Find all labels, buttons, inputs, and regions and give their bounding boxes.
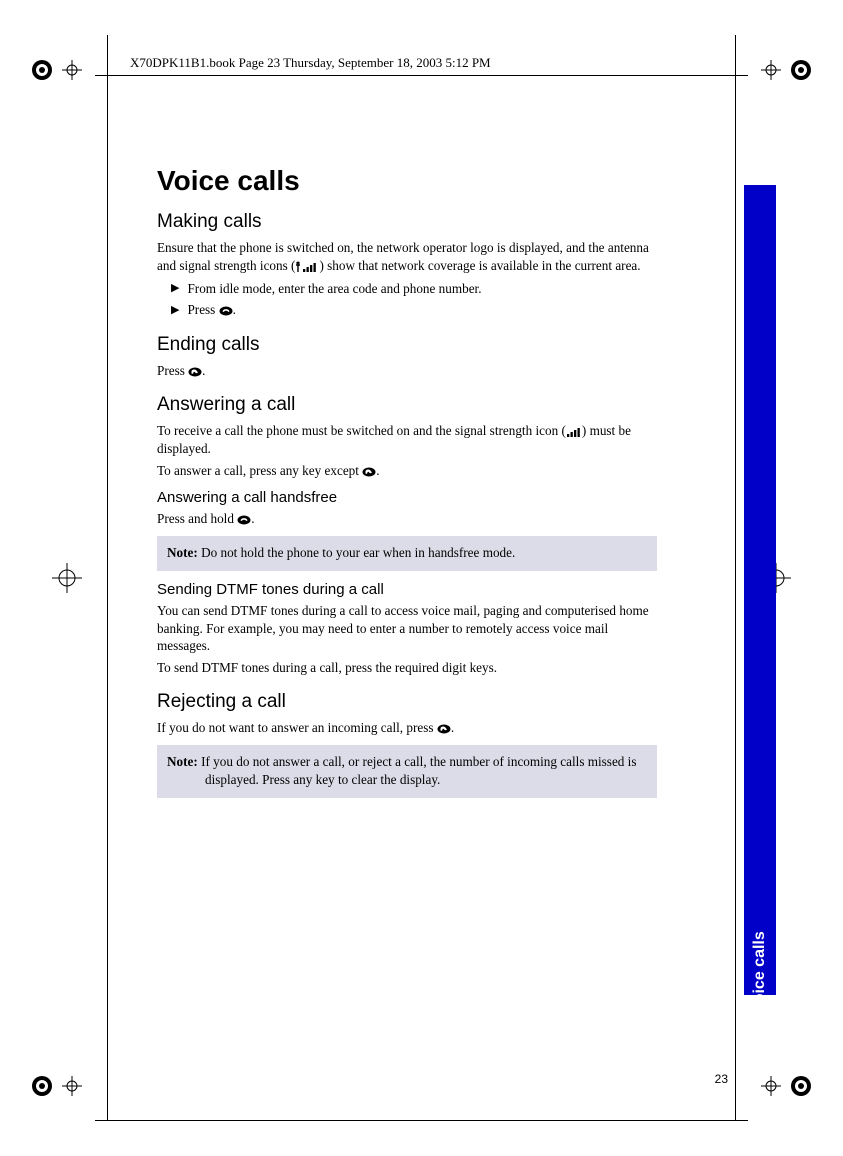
crop-mark-icon	[22, 1056, 82, 1116]
heading-ending-calls: Ending calls	[157, 334, 657, 356]
step-marker-icon: ▶	[171, 283, 179, 294]
antenna-signal-icon	[295, 261, 319, 273]
paragraph: Ensure that the phone is switched on, th…	[157, 239, 657, 275]
note-box: Note: Do not hold the phone to your ear …	[157, 536, 657, 570]
end-key-icon	[437, 724, 451, 734]
note-box: Note: If you do not answer a call, or re…	[157, 745, 657, 798]
call-key-icon	[219, 306, 233, 316]
step-item: ▶ Press .	[171, 300, 657, 320]
step-marker-icon: ▶	[171, 305, 179, 316]
page-content: Voice calls Making calls Ensure that the…	[157, 165, 657, 806]
heading-rejecting-call: Rejecting a call	[157, 691, 657, 713]
note-label: Note:	[167, 754, 198, 769]
heading-answering-call: Answering a call	[157, 394, 657, 416]
call-key-icon	[237, 515, 251, 525]
paragraph: You can send DTMF tones during a call to…	[157, 602, 657, 655]
crop-mark-icon	[761, 40, 821, 100]
running-header: X70DPK11B1.book Page 23 Thursday, Septem…	[130, 55, 491, 71]
signal-icon	[566, 426, 582, 438]
page-number: 23	[715, 1072, 728, 1086]
paragraph: If you do not want to answer an incoming…	[157, 719, 657, 737]
paragraph: Press .	[157, 362, 657, 380]
section-tab: Voice calls	[744, 185, 776, 995]
paragraph: Press and hold .	[157, 510, 657, 528]
end-key-icon	[362, 467, 376, 477]
heading-dtmf: Sending DTMF tones during a call	[157, 581, 657, 598]
heading-handsfree: Answering a call handsfree	[157, 489, 657, 506]
paragraph: To receive a call the phone must be swit…	[157, 422, 657, 458]
crop-mark-icon	[22, 548, 82, 608]
page-title: Voice calls	[157, 165, 657, 197]
note-label: Note:	[167, 545, 198, 560]
heading-making-calls: Making calls	[157, 211, 657, 233]
paragraph: To answer a call, press any key except .	[157, 462, 657, 480]
end-key-icon	[188, 367, 202, 377]
step-item: ▶ From idle mode, enter the area code an…	[171, 279, 657, 299]
crop-mark-icon	[761, 1056, 821, 1116]
crop-mark-icon	[22, 40, 82, 100]
section-tab-label: Voice calls	[751, 931, 769, 1013]
paragraph: To send DTMF tones during a call, press …	[157, 659, 657, 677]
